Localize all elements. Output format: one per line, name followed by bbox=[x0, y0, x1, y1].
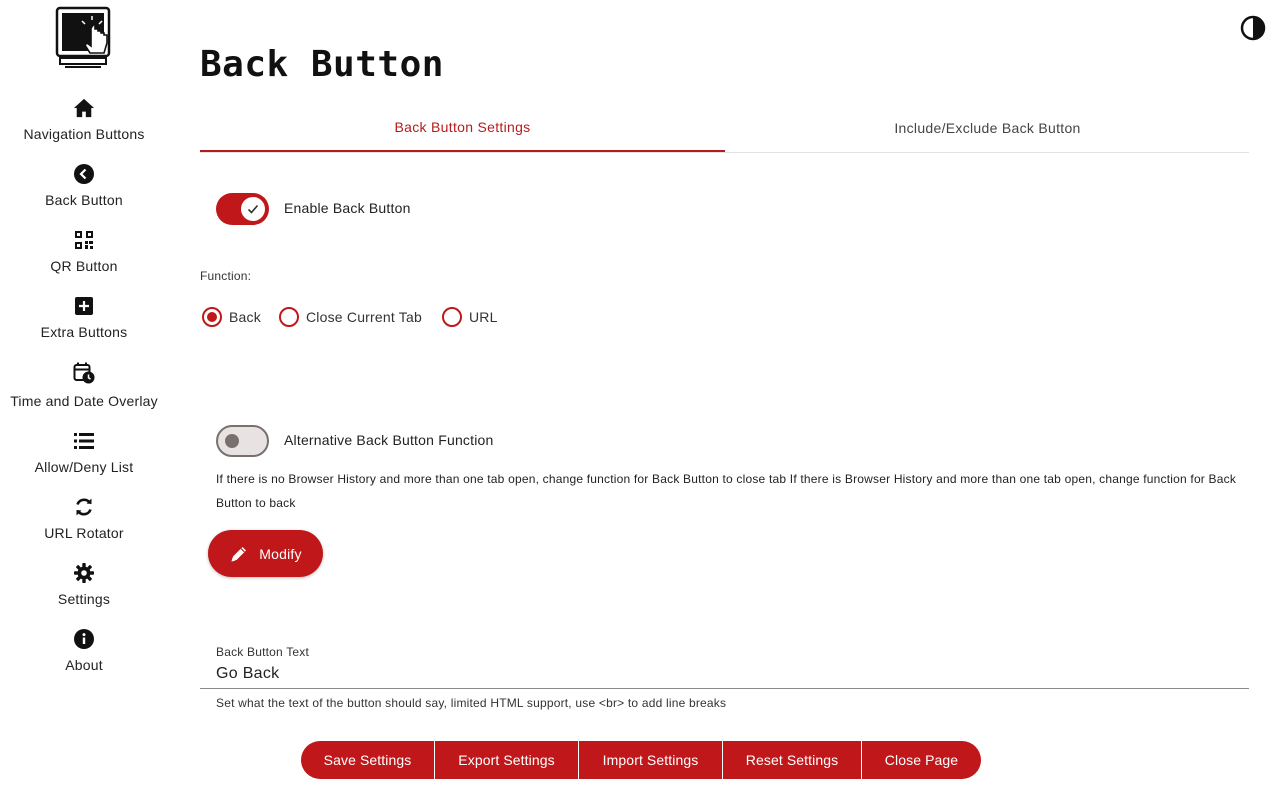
export-settings-button[interactable]: Export Settings bbox=[435, 741, 579, 779]
back-button-text-input[interactable] bbox=[216, 662, 1236, 686]
check-icon bbox=[247, 204, 259, 214]
tab-include-exclude-back-button[interactable]: Include/Exclude Back Button bbox=[725, 104, 1250, 152]
list-icon bbox=[73, 430, 95, 452]
sidebar-item-time-and-date-overlay[interactable]: Time and Date Overlay bbox=[0, 362, 168, 422]
back-button-text-field: Back Button Text bbox=[200, 642, 1249, 689]
save-settings-button[interactable]: Save Settings bbox=[301, 741, 435, 779]
sidebar-item-allow-deny-list[interactable]: Allow/Deny List bbox=[0, 430, 168, 490]
rotate-icon bbox=[73, 496, 95, 518]
plus-square-icon bbox=[73, 295, 95, 317]
info-icon bbox=[73, 628, 95, 650]
reset-settings-button[interactable]: Reset Settings bbox=[723, 741, 862, 779]
sidebar-item-label: Back Button bbox=[45, 192, 123, 208]
page-title: Back Button bbox=[200, 44, 444, 85]
alternative-back-button-label: Alternative Back Button Function bbox=[284, 432, 494, 448]
enable-back-button-label: Enable Back Button bbox=[284, 200, 411, 216]
sidebar-item-label: Allow/Deny List bbox=[34, 459, 134, 475]
qr-code-icon bbox=[73, 229, 95, 251]
tab-bar: Back Button Settings Include/Exclude Bac… bbox=[200, 104, 1249, 153]
alternative-back-button-toggle[interactable] bbox=[216, 425, 269, 457]
import-settings-button[interactable]: Import Settings bbox=[579, 741, 723, 779]
sidebar-item-label: URL Rotator bbox=[44, 525, 124, 541]
radio-label: Back bbox=[229, 309, 261, 325]
radio-url[interactable]: URL bbox=[442, 307, 498, 327]
sidebar-item-label: Settings bbox=[57, 591, 111, 607]
sidebar-item-label: QR Button bbox=[50, 258, 118, 274]
gear-icon bbox=[73, 562, 95, 584]
sidebar-item-label: About bbox=[65, 657, 103, 673]
sidebar: Navigation Buttons Back Button QR Button… bbox=[0, 0, 168, 800]
radio-label: Close Current Tab bbox=[306, 309, 422, 325]
back-button-text-label: Back Button Text bbox=[216, 645, 310, 659]
modify-button[interactable]: Modify bbox=[208, 530, 323, 577]
home-icon bbox=[73, 97, 95, 119]
toggle-knob bbox=[241, 197, 265, 221]
back-button-text-help: Set what the text of the button should s… bbox=[216, 696, 727, 710]
back-circle-icon bbox=[73, 163, 95, 185]
action-button-group: Save Settings Export Settings Import Set… bbox=[301, 741, 981, 779]
enable-back-button-toggle[interactable] bbox=[216, 193, 269, 225]
radio-label: URL bbox=[469, 309, 498, 325]
radio-circle bbox=[202, 307, 222, 327]
radio-close-current-tab[interactable]: Close Current Tab bbox=[279, 307, 422, 327]
theme-toggle-icon[interactable] bbox=[1240, 15, 1266, 41]
radio-circle bbox=[279, 307, 299, 327]
calendar-clock-icon bbox=[73, 362, 95, 384]
modify-button-label: Modify bbox=[259, 545, 302, 562]
radio-circle bbox=[442, 307, 462, 327]
alternative-function-help-text: If there is no Browser History and more … bbox=[216, 472, 1237, 510]
sidebar-item-label: Time and Date Overlay bbox=[10, 393, 158, 409]
sidebar-item-back-button[interactable]: Back Button bbox=[0, 163, 168, 223]
sidebar-item-url-rotator[interactable]: URL Rotator bbox=[0, 496, 168, 556]
sidebar-item-navigation-buttons[interactable]: Navigation Buttons bbox=[0, 97, 168, 157]
sidebar-item-label: Extra Buttons bbox=[40, 324, 128, 340]
sidebar-item-extra-buttons[interactable]: Extra Buttons bbox=[0, 295, 168, 355]
tab-back-button-settings[interactable]: Back Button Settings bbox=[200, 104, 725, 152]
sidebar-item-settings[interactable]: Settings bbox=[0, 562, 168, 622]
sidebar-item-about[interactable]: About bbox=[0, 628, 168, 688]
sidebar-item-label: Navigation Buttons bbox=[23, 126, 145, 142]
toggle-knob bbox=[225, 434, 239, 448]
pencil-icon bbox=[229, 544, 249, 564]
app-logo-icon bbox=[55, 6, 113, 70]
function-label: Function: bbox=[200, 269, 252, 283]
close-page-button[interactable]: Close Page bbox=[862, 741, 981, 779]
sidebar-item-qr-button[interactable]: QR Button bbox=[0, 229, 168, 289]
radio-back[interactable]: Back bbox=[202, 307, 261, 327]
